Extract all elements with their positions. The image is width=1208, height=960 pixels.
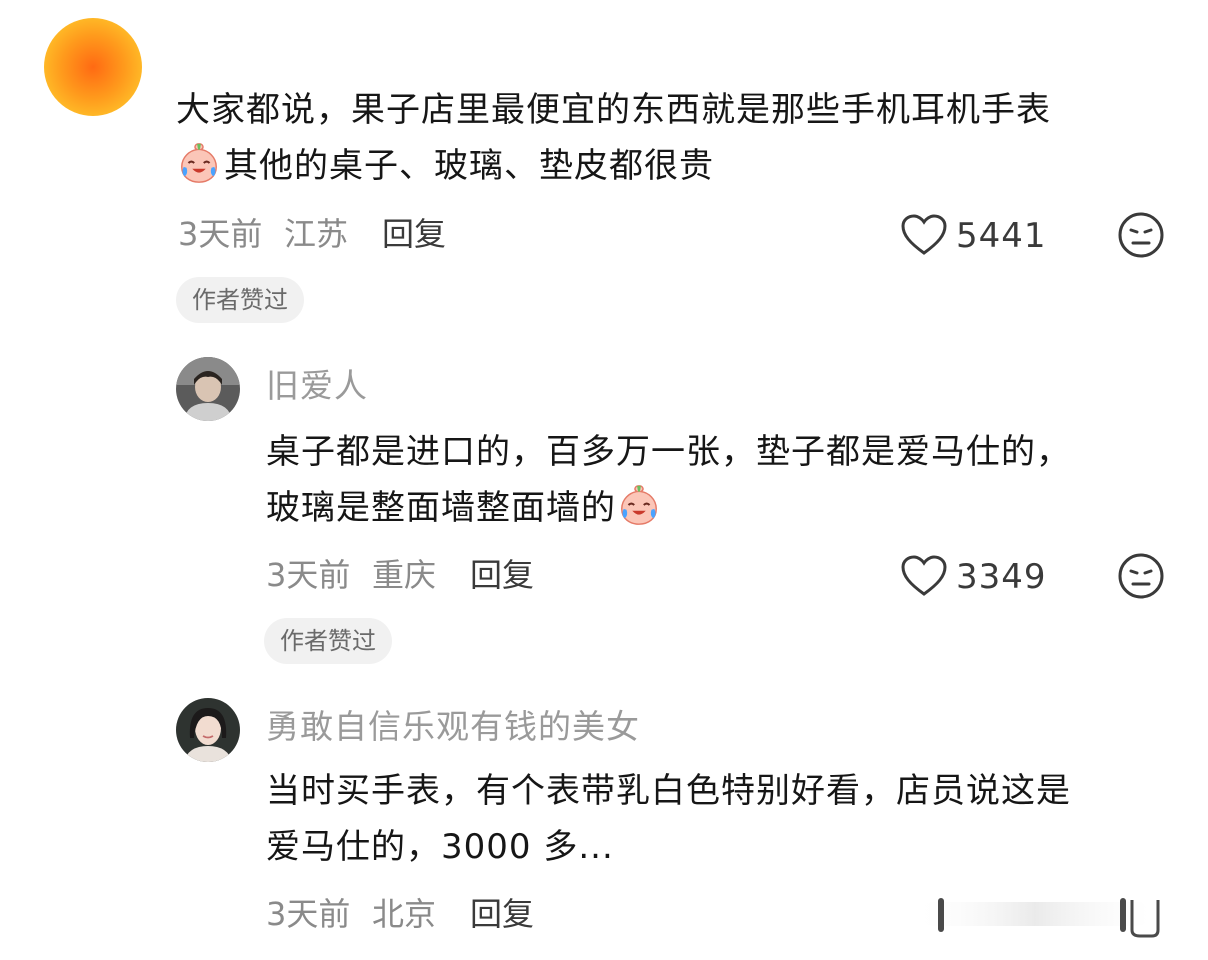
reply-body: 桌子都是进口的，百多万一张，垫子都是爱马仕的， 玻璃是整面墙整面墙的 (266, 424, 1166, 536)
reply-line-1: 当时买手表，有个表带乳白色特别好看，店员说这是 (266, 771, 1071, 811)
reply-body: 当时买手表，有个表带乳白色特别好看，店员说这是 爱马仕的，3000 多... (266, 763, 1166, 875)
reply-avatar[interactable] (176, 357, 240, 421)
reply-like-count: 3349 (956, 557, 1047, 597)
reply-avatar[interactable] (176, 698, 240, 762)
reply-reply-button[interactable]: 回复 (470, 894, 534, 934)
reply-line-2: 爱马仕的，3000 多... (266, 827, 614, 867)
comment-body: 大家都说，果子店里最便宜的东西就是那些手机耳机手表 其他的桌子、玻璃、垫皮都很贵 (176, 82, 1176, 194)
comment-line-2-text: 其他的桌子、玻璃、垫皮都很贵 (224, 146, 714, 186)
comment-like-count: 5441 (956, 216, 1047, 256)
reply-time: 3天前 (266, 556, 351, 594)
reply-location: 重庆 (372, 556, 437, 594)
watermark-overlay (920, 898, 1160, 938)
heart-icon[interactable] (900, 213, 948, 257)
comment-line-2: 其他的桌子、玻璃、垫皮都很贵 (176, 138, 1176, 194)
author-liked-badge: 作者赞过 (264, 618, 392, 664)
reply-time: 3天前 (266, 895, 351, 933)
reply-reply-button[interactable]: 回复 (470, 555, 534, 595)
author-liked-badge: 作者赞过 (176, 277, 304, 323)
reply-line-2: 玻璃是整面墙整面墙的 (266, 480, 1166, 536)
reply-username[interactable]: 旧爱人 (266, 364, 368, 408)
neutral-face-icon[interactable] (1116, 551, 1166, 601)
heart-icon[interactable] (900, 554, 948, 598)
reply-line-1: 桌子都是进口的，百多万一张，垫子都是爱马仕的， (266, 432, 1071, 472)
comment-reply-button[interactable]: 回复 (382, 214, 446, 254)
comment-time: 3天前 (178, 215, 263, 253)
commenter-avatar[interactable] (44, 18, 142, 116)
neutral-face-icon[interactable] (1116, 210, 1166, 260)
reply-username[interactable]: 勇敢自信乐观有钱的美女 (266, 705, 640, 749)
crying-laughing-emoji-icon (181, 143, 217, 183)
comment-line-1: 大家都说，果子店里最便宜的东西就是那些手机耳机手表 (176, 90, 1051, 130)
crying-laughing-emoji-icon (621, 485, 657, 525)
comment-location: 江苏 (284, 215, 349, 253)
reply-line-2-text: 玻璃是整面墙整面墙的 (266, 488, 616, 528)
reply-location: 北京 (372, 895, 437, 933)
